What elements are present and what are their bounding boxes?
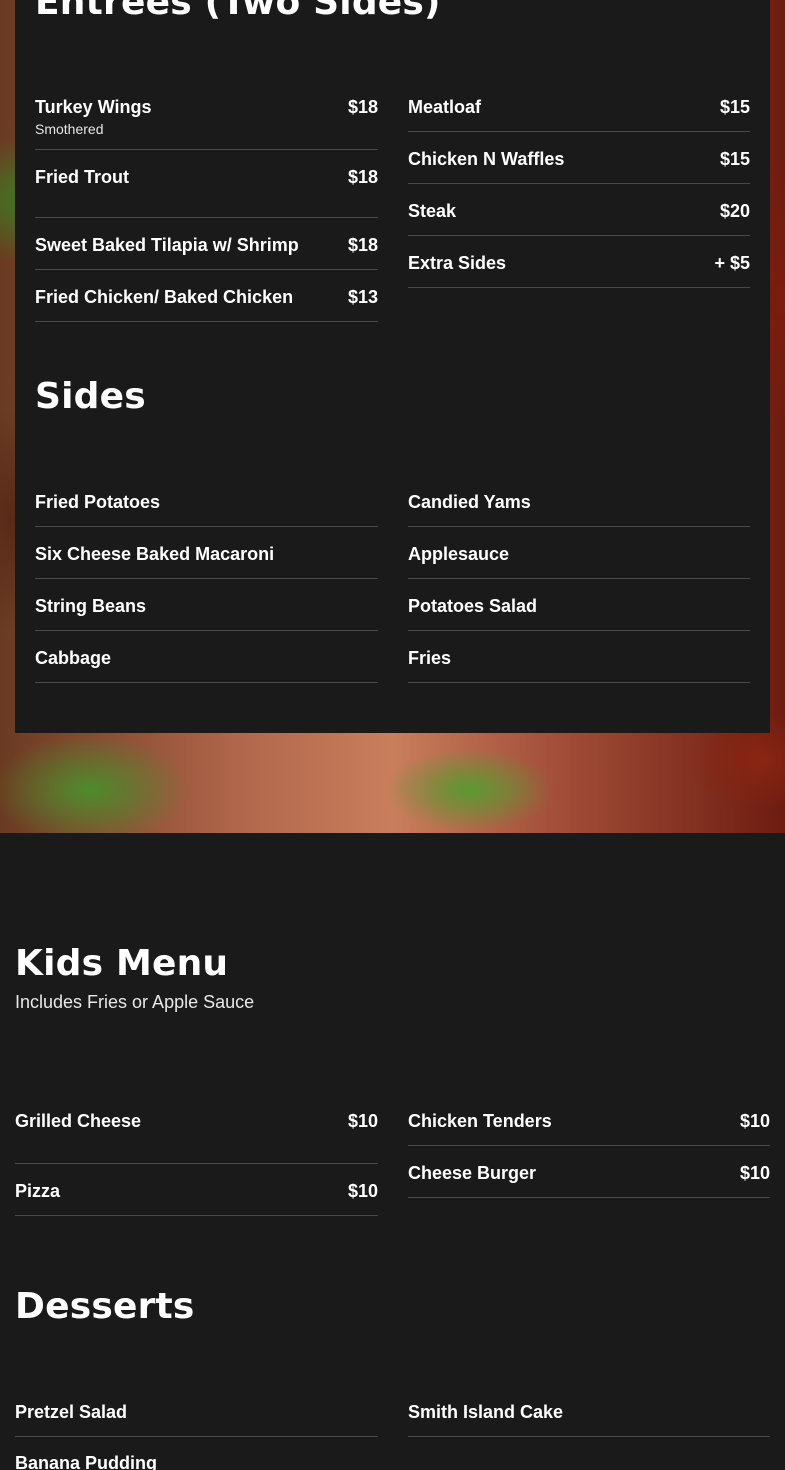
item-price: $18 xyxy=(347,167,378,187)
menu-item: Turkey Wings Smothered $18 xyxy=(35,96,378,150)
item-name: Fried Trout xyxy=(35,167,129,187)
menu-item: Cheese Burger $10 xyxy=(408,1146,770,1198)
item-price: $10 xyxy=(739,1111,770,1131)
item-price: $10 xyxy=(739,1163,770,1183)
item-name: Steak xyxy=(408,201,457,221)
kids-menu-title: Kids Menu xyxy=(15,943,229,984)
menu-item: Pizza $10 xyxy=(15,1180,378,1216)
item-name: String Beans xyxy=(35,596,147,616)
item-name: Applesauce xyxy=(408,544,510,564)
item-name: Grilled Cheese xyxy=(15,1111,142,1131)
item-price: $10 xyxy=(347,1111,378,1131)
menu-item: Fried Trout $18 xyxy=(35,166,378,218)
desserts-title: Desserts xyxy=(15,1286,195,1327)
item-name: Turkey Wings xyxy=(35,97,152,117)
item-name: Chicken Tenders xyxy=(408,1111,552,1131)
menu-item: Fries xyxy=(408,631,750,683)
item-price: $18 xyxy=(347,235,378,255)
menu-item: Extra Sides + $5 xyxy=(408,236,750,288)
menu-item: Candied Yams xyxy=(408,491,750,527)
item-name: Sweet Baked Tilapia w/ Shrimp xyxy=(35,235,299,255)
item-price: $18 xyxy=(347,97,378,117)
sides-title: Sides xyxy=(35,376,146,417)
menu-item: Smith Island Cake xyxy=(408,1401,770,1437)
menu-item: Six Cheese Baked Macaroni xyxy=(35,527,378,579)
menu-item: Chicken Tenders $10 xyxy=(408,1110,770,1146)
kids-menu-subtitle: Includes Fries or Apple Sauce xyxy=(15,992,255,1012)
menu-item: Sweet Baked Tilapia w/ Shrimp $18 xyxy=(35,218,378,270)
item-price: $15 xyxy=(719,97,750,117)
menu-item: Applesauce xyxy=(408,527,750,579)
item-price: $20 xyxy=(719,201,750,221)
item-name: Fried Chicken/ Baked Chicken xyxy=(35,287,294,307)
menu-item: Cabbage xyxy=(35,631,378,683)
menu-item: Banana Pudding xyxy=(15,1437,378,1470)
item-price: $15 xyxy=(719,149,750,169)
desserts-left-column: Pretzel Salad Banana Pudding xyxy=(15,1401,378,1470)
menu-item: Fried Potatoes xyxy=(35,491,378,527)
item-name: Extra Sides xyxy=(408,253,507,273)
item-name: Meatloaf xyxy=(408,97,482,117)
menu-item: Grilled Cheese $10 xyxy=(15,1110,378,1164)
item-name: Cheese Burger xyxy=(408,1163,537,1183)
item-price: + $5 xyxy=(714,253,750,273)
item-name: Candied Yams xyxy=(408,492,531,512)
item-description: Smothered xyxy=(35,121,104,137)
menu-item: Pretzel Salad xyxy=(15,1401,378,1437)
item-name: Pretzel Salad xyxy=(15,1402,128,1422)
kids-right-column: Chicken Tenders $10 Cheese Burger $10 xyxy=(408,1110,770,1198)
menu-item: Potatoes Salad xyxy=(408,579,750,631)
entrees-left-column: Turkey Wings Smothered $18 Fried Trout $… xyxy=(35,96,378,322)
menu-item: Meatloaf $15 xyxy=(408,96,750,132)
item-name: Fried Potatoes xyxy=(35,492,161,512)
menu-item: Chicken N Waffles $15 xyxy=(408,132,750,184)
item-price: $10 xyxy=(347,1181,378,1201)
item-name: Fries xyxy=(408,648,452,668)
entrees-right-column: Meatloaf $15 Chicken N Waffles $15 Steak… xyxy=(408,96,750,288)
item-price: $13 xyxy=(347,287,378,307)
item-name: Cabbage xyxy=(35,648,112,668)
menu-item: String Beans xyxy=(35,579,378,631)
item-name: Pizza xyxy=(15,1181,61,1201)
sides-right-column: Candied Yams Applesauce Potatoes Salad F… xyxy=(408,491,750,683)
menu-item: Steak $20 xyxy=(408,184,750,236)
entrees-title: Entrees (Two Sides) xyxy=(35,0,441,23)
item-name: Smith Island Cake xyxy=(408,1402,564,1422)
desserts-right-column: Smith Island Cake xyxy=(408,1401,770,1437)
item-name: Banana Pudding xyxy=(15,1453,158,1470)
item-name: Potatoes Salad xyxy=(408,596,538,616)
item-name: Chicken N Waffles xyxy=(408,149,565,169)
sides-left-column: Fried Potatoes Six Cheese Baked Macaroni… xyxy=(35,491,378,683)
kids-left-column: Grilled Cheese $10 Pizza $10 xyxy=(15,1110,378,1216)
menu-item: Fried Chicken/ Baked Chicken $13 xyxy=(35,270,378,322)
item-name: Six Cheese Baked Macaroni xyxy=(35,544,275,564)
